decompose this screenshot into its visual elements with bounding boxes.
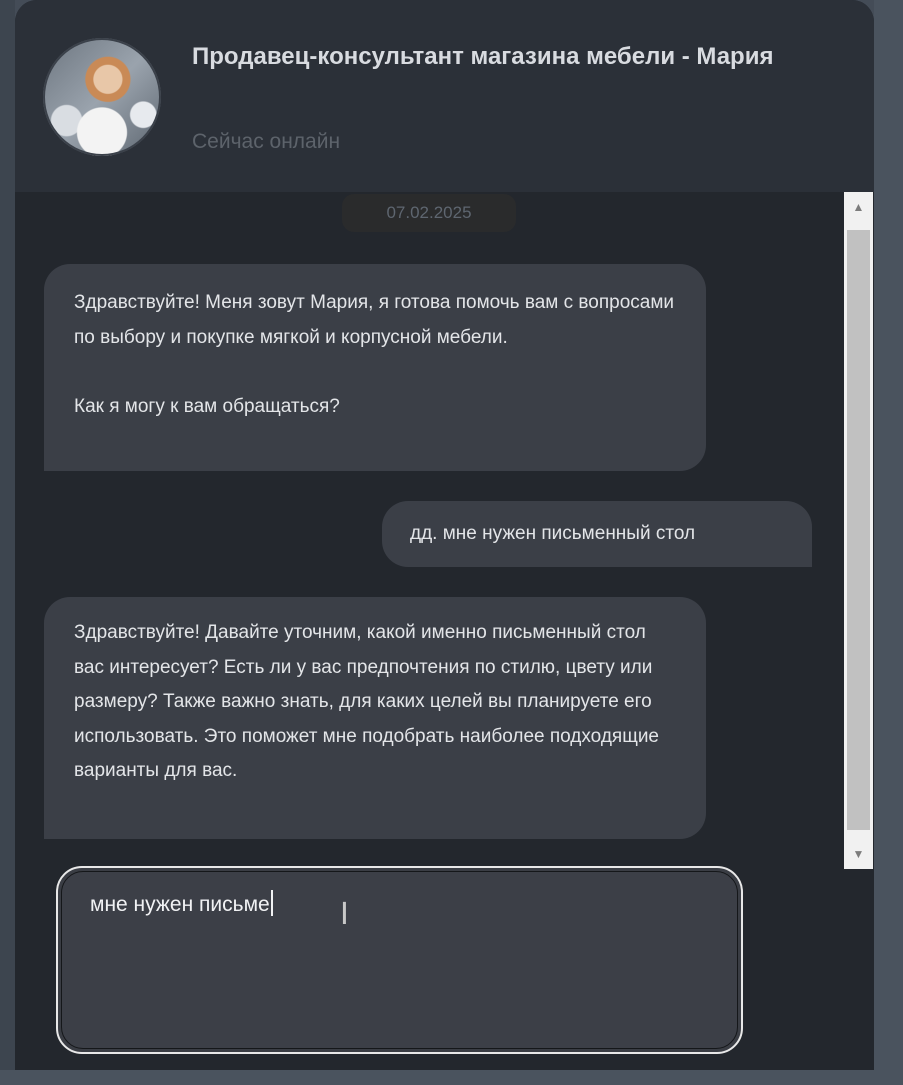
chat-window: Продавец-консультант магазина мебели - М… [15,0,874,1070]
scroll-down-icon[interactable]: ▼ [844,839,873,869]
scroll-up-icon[interactable]: ▲ [844,192,873,222]
text-cursor-icon: I [340,897,349,932]
message-input-text: мне нужен письме [90,893,270,916]
message-input[interactable]: мне нужен письме I [61,871,738,1049]
outer-frame-bottom [0,1070,903,1085]
outer-frame-left [0,0,15,1085]
chat-scrollbar[interactable]: ▲ ▼ [844,192,873,869]
date-separator: 07.02.2025 [342,194,516,232]
message-text: Здравствуйте! Меня зовут Мария, я готова… [74,292,675,417]
message-outgoing: дд. мне нужен письменный стол [382,501,812,567]
message-text: дд. мне нужен письменный стол [410,523,696,544]
message-composer[interactable]: мне нужен письме I [56,866,743,1054]
message-incoming: Здравствуйте! Меня зовут Мария, я готова… [44,264,706,471]
online-status: Сейчас онлайн [192,130,341,153]
scrollbar-thumb[interactable] [847,230,870,830]
outer-frame-right [874,0,903,1085]
consultant-avatar[interactable] [43,38,161,156]
message-incoming: Здравствуйте! Давайте уточним, какой име… [44,597,706,839]
chat-header: Продавец-консультант магазина мебели - М… [15,0,874,192]
message-text: Здравствуйте! Давайте уточним, какой име… [74,622,665,781]
consultant-title: Продавец-консультант магазина мебели - М… [192,43,774,70]
message-list[interactable]: 07.02.2025 Здравствуйте! Меня зовут Мари… [15,192,842,852]
text-caret [270,890,273,916]
